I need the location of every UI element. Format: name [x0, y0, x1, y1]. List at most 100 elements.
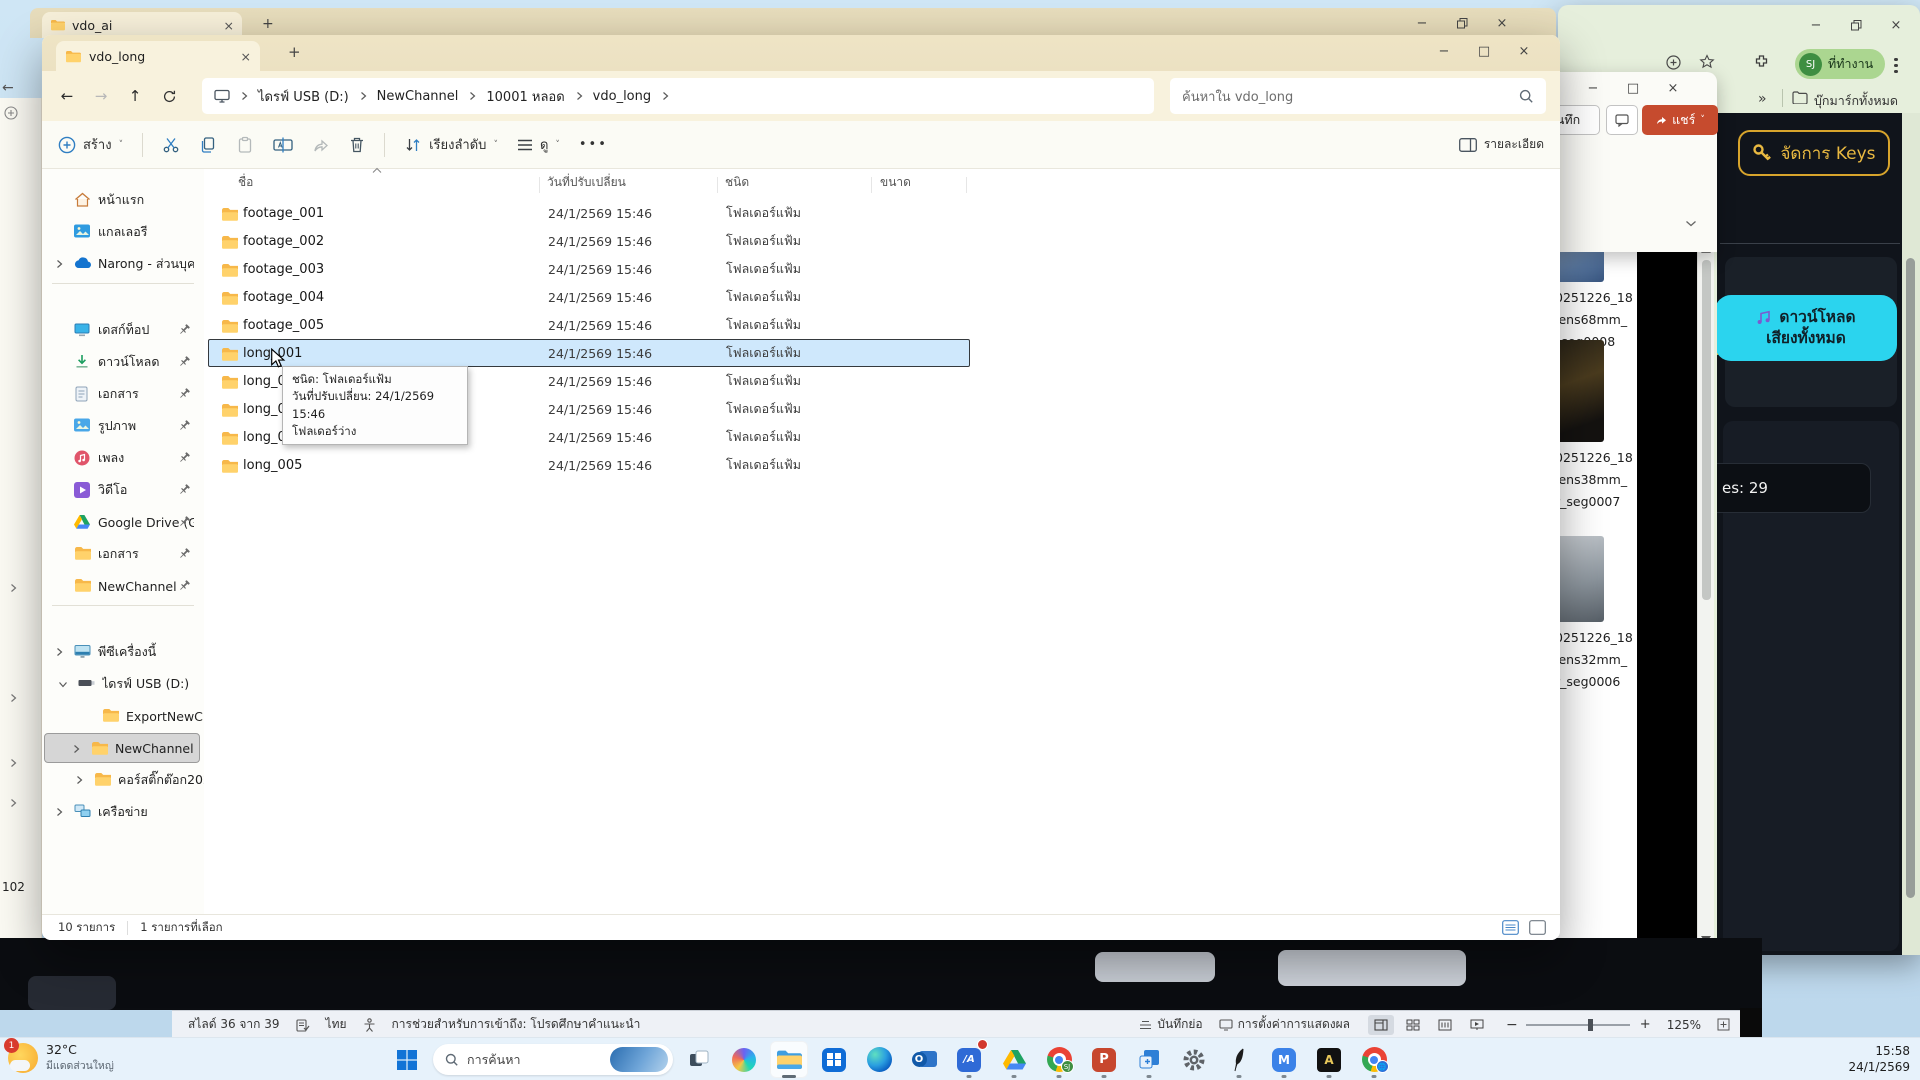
background-minimize-button[interactable]: −: [1402, 11, 1442, 35]
file-row-footage_004[interactable]: footage_00424/1/2569 15:46โฟลเดอร์แฟ้ม: [208, 283, 970, 311]
download-all-audio-button[interactable]: ดาวน์โหลด เสียงทั้งหมด: [1717, 295, 1897, 361]
taskbar-outlook-button[interactable]: O: [905, 1041, 943, 1078]
taskbar-weather-widget[interactable]: 1 32°C มีแดดส่วนใหญ่: [8, 1042, 114, 1074]
tree-chevron-icon[interactable]: [8, 798, 18, 808]
sidebar-item-ดาวน์โหลด[interactable]: ดาวน์โหลด: [44, 347, 200, 377]
up-icon[interactable]: ↑: [118, 87, 152, 105]
share-button[interactable]: [312, 136, 330, 154]
extensions-puzzle-icon[interactable]: [1753, 54, 1770, 71]
sidebar-item-narong-ส่วนบุคคล[interactable]: Narong - ส่วนบุคคล: [44, 249, 200, 279]
sidebar-item-เพลง[interactable]: เพลง: [44, 443, 200, 473]
explorer-maximize-button[interactable]: □: [1464, 39, 1504, 63]
taskbar-settings-gear-button[interactable]: [1175, 1041, 1213, 1078]
background-restore-button[interactable]: [1442, 11, 1482, 35]
accessibility-status[interactable]: การช่วยสำหรับการเข้าถึง: โปรดศึกษาคำแนะน…: [392, 1015, 641, 1034]
video-thumbnail[interactable]: [1556, 536, 1604, 622]
delete-button[interactable]: [349, 136, 365, 154]
sidebar-item-เอกสาร[interactable]: เอกสาร: [44, 539, 200, 569]
slideshow-icon[interactable]: [1464, 1015, 1490, 1035]
copy-button[interactable]: [199, 136, 217, 154]
breadcrumb-item[interactable]: NewChannel: [377, 89, 459, 104]
taskbar-file-explorer-button[interactable]: [770, 1041, 808, 1078]
search-icon[interactable]: [1519, 89, 1534, 104]
background-close-button[interactable]: ×: [1482, 11, 1522, 35]
taskbar-google-drive-button[interactable]: [995, 1041, 1033, 1078]
details-view-toggle-icon[interactable]: [1502, 920, 1519, 935]
page-zoom-icon[interactable]: [1666, 55, 1681, 70]
chevron-right-icon[interactable]: [74, 775, 84, 785]
chevron-down-icon[interactable]: [58, 679, 68, 689]
chevron-right-icon[interactable]: [54, 647, 64, 657]
large-icons-toggle-icon[interactable]: [1529, 920, 1546, 935]
tree-chevron-icon[interactable]: [8, 693, 18, 703]
browser-profile-chip[interactable]: SJ ที่ทำงาน: [1795, 49, 1885, 79]
breadcrumb-item[interactable]: vdo_long: [593, 89, 651, 104]
taskbar-m-app-button[interactable]: M: [1265, 1041, 1303, 1078]
more-options-icon[interactable]: •••: [579, 137, 608, 152]
view-button[interactable]: ดู ˅: [517, 134, 560, 155]
sidebar-item-เครือข่าย[interactable]: เครือข่าย: [44, 797, 200, 827]
sidebar-item-ไดรฟ์-usb-d-[interactable]: ไดรฟ์ USB (D:): [44, 669, 200, 699]
sidebar-item-newchannel[interactable]: NewChannel: [44, 571, 200, 601]
sidebar-item-คอร์สติ๊กต๊อก2026[interactable]: คอร์สติ๊กต๊อก2026: [44, 765, 200, 795]
chevron-right-icon[interactable]: [54, 807, 64, 817]
tree-chevron-icon[interactable]: [8, 758, 18, 768]
sidebar-item-แกลเลอรี[interactable]: แกลเลอรี: [44, 217, 200, 247]
sidebar-item-google-drive-g-[interactable]: Google Drive (G:: [44, 507, 200, 537]
taskbar-layers-app-button[interactable]: [1130, 1041, 1168, 1078]
browser-close-button[interactable]: ×: [1876, 13, 1916, 37]
sidebar-item-เดสก์ท็อป[interactable]: เดสก์ท็อป: [44, 315, 200, 345]
breadcrumb[interactable]: ไดรฟ์ USB (D:)NewChannel10001 หลอดvdo_lo…: [202, 78, 1154, 114]
breadcrumb-item[interactable]: 10001 หลอด: [486, 86, 564, 107]
new-tab-icon[interactable]: +: [288, 43, 301, 61]
sort-button[interactable]: เรียงลำดับ ˅: [404, 134, 498, 155]
taskbar-microsoft-store-button[interactable]: [815, 1041, 853, 1078]
new-button[interactable]: สร้าง ˅: [58, 134, 123, 155]
powerpoint-share-button[interactable]: แชร์ ˅: [1642, 105, 1718, 135]
start-button[interactable]: [388, 1041, 426, 1078]
search-highlight-image[interactable]: [610, 1047, 668, 1072]
taskbar-chrome-work-profile-button[interactable]: SJ: [1040, 1041, 1078, 1078]
chevron-right-icon[interactable]: [54, 259, 64, 269]
taskbar-task-view-button[interactable]: [680, 1041, 718, 1078]
sidebar-item-เอกสาร[interactable]: เอกสาร: [44, 379, 200, 409]
column-header-date[interactable]: วันที่ปรับเปลี่ยน: [547, 173, 626, 192]
taskbar-edge-button[interactable]: [860, 1041, 898, 1078]
new-tab-icon[interactable]: +: [262, 16, 274, 32]
sidebar-item-exportnewchanel[interactable]: ExportNewChanel: [44, 701, 200, 731]
tab-close-icon[interactable]: ×: [241, 49, 251, 64]
explorer-close-button[interactable]: ×: [1504, 39, 1544, 63]
browser-restore-button[interactable]: [1836, 13, 1876, 37]
taskbar-a-app-button[interactable]: A: [1310, 1041, 1348, 1078]
explorer-minimize-button[interactable]: −: [1424, 39, 1464, 63]
taskbar-chrome-globe-button[interactable]: 🌐: [1355, 1041, 1393, 1078]
fit-slide-icon[interactable]: [1717, 1018, 1730, 1031]
reading-view-icon[interactable]: [1432, 1015, 1458, 1035]
bookmark-star-icon[interactable]: [1699, 54, 1715, 70]
taskbar-quill-app-button[interactable]: [1220, 1041, 1258, 1078]
sidebar-item-วิดีโอ[interactable]: วิดีโอ: [44, 475, 200, 505]
powerpoint-close-button[interactable]: ×: [1653, 76, 1693, 100]
powerpoint-minimize-button[interactable]: −: [1573, 76, 1613, 100]
bookmarks-overflow-chevrons[interactable]: »: [1758, 91, 1767, 107]
sidebar-item-รูปภาพ[interactable]: รูปภาพ: [44, 411, 200, 441]
chevron-right-icon[interactable]: [71, 744, 81, 754]
browser-minimize-button[interactable]: −: [1796, 13, 1836, 37]
file-row-long_005[interactable]: long_00524/1/2569 15:46โฟลเดอร์แฟ้ม: [208, 451, 970, 479]
zoom-slider[interactable]: [1526, 1024, 1630, 1026]
back-icon[interactable]: ←: [50, 87, 84, 105]
browser-menu-icon[interactable]: [1894, 55, 1898, 76]
sidebar-item-หน้าแรก[interactable]: หน้าแรก: [44, 185, 200, 215]
file-row-footage_002[interactable]: footage_00224/1/2569 15:46โฟลเดอร์แฟ้ม: [208, 227, 970, 255]
forward-icon[interactable]: →: [84, 87, 118, 105]
spellcheck-icon[interactable]: [296, 1018, 310, 1032]
notes-button[interactable]: บันทึกย่อ: [1139, 1015, 1202, 1034]
taskbar-search[interactable]: การค้นหา: [433, 1044, 673, 1075]
normal-view-icon[interactable]: [1368, 1015, 1394, 1035]
column-header-type[interactable]: ชนิด: [725, 173, 749, 192]
search-input[interactable]: ค้นหาใน vdo_long: [1170, 78, 1546, 114]
browser-scrollbar[interactable]: [1902, 113, 1920, 955]
tab-close-icon[interactable]: ×: [224, 18, 234, 33]
cut-button[interactable]: [162, 136, 180, 154]
rename-button[interactable]: [273, 136, 293, 154]
